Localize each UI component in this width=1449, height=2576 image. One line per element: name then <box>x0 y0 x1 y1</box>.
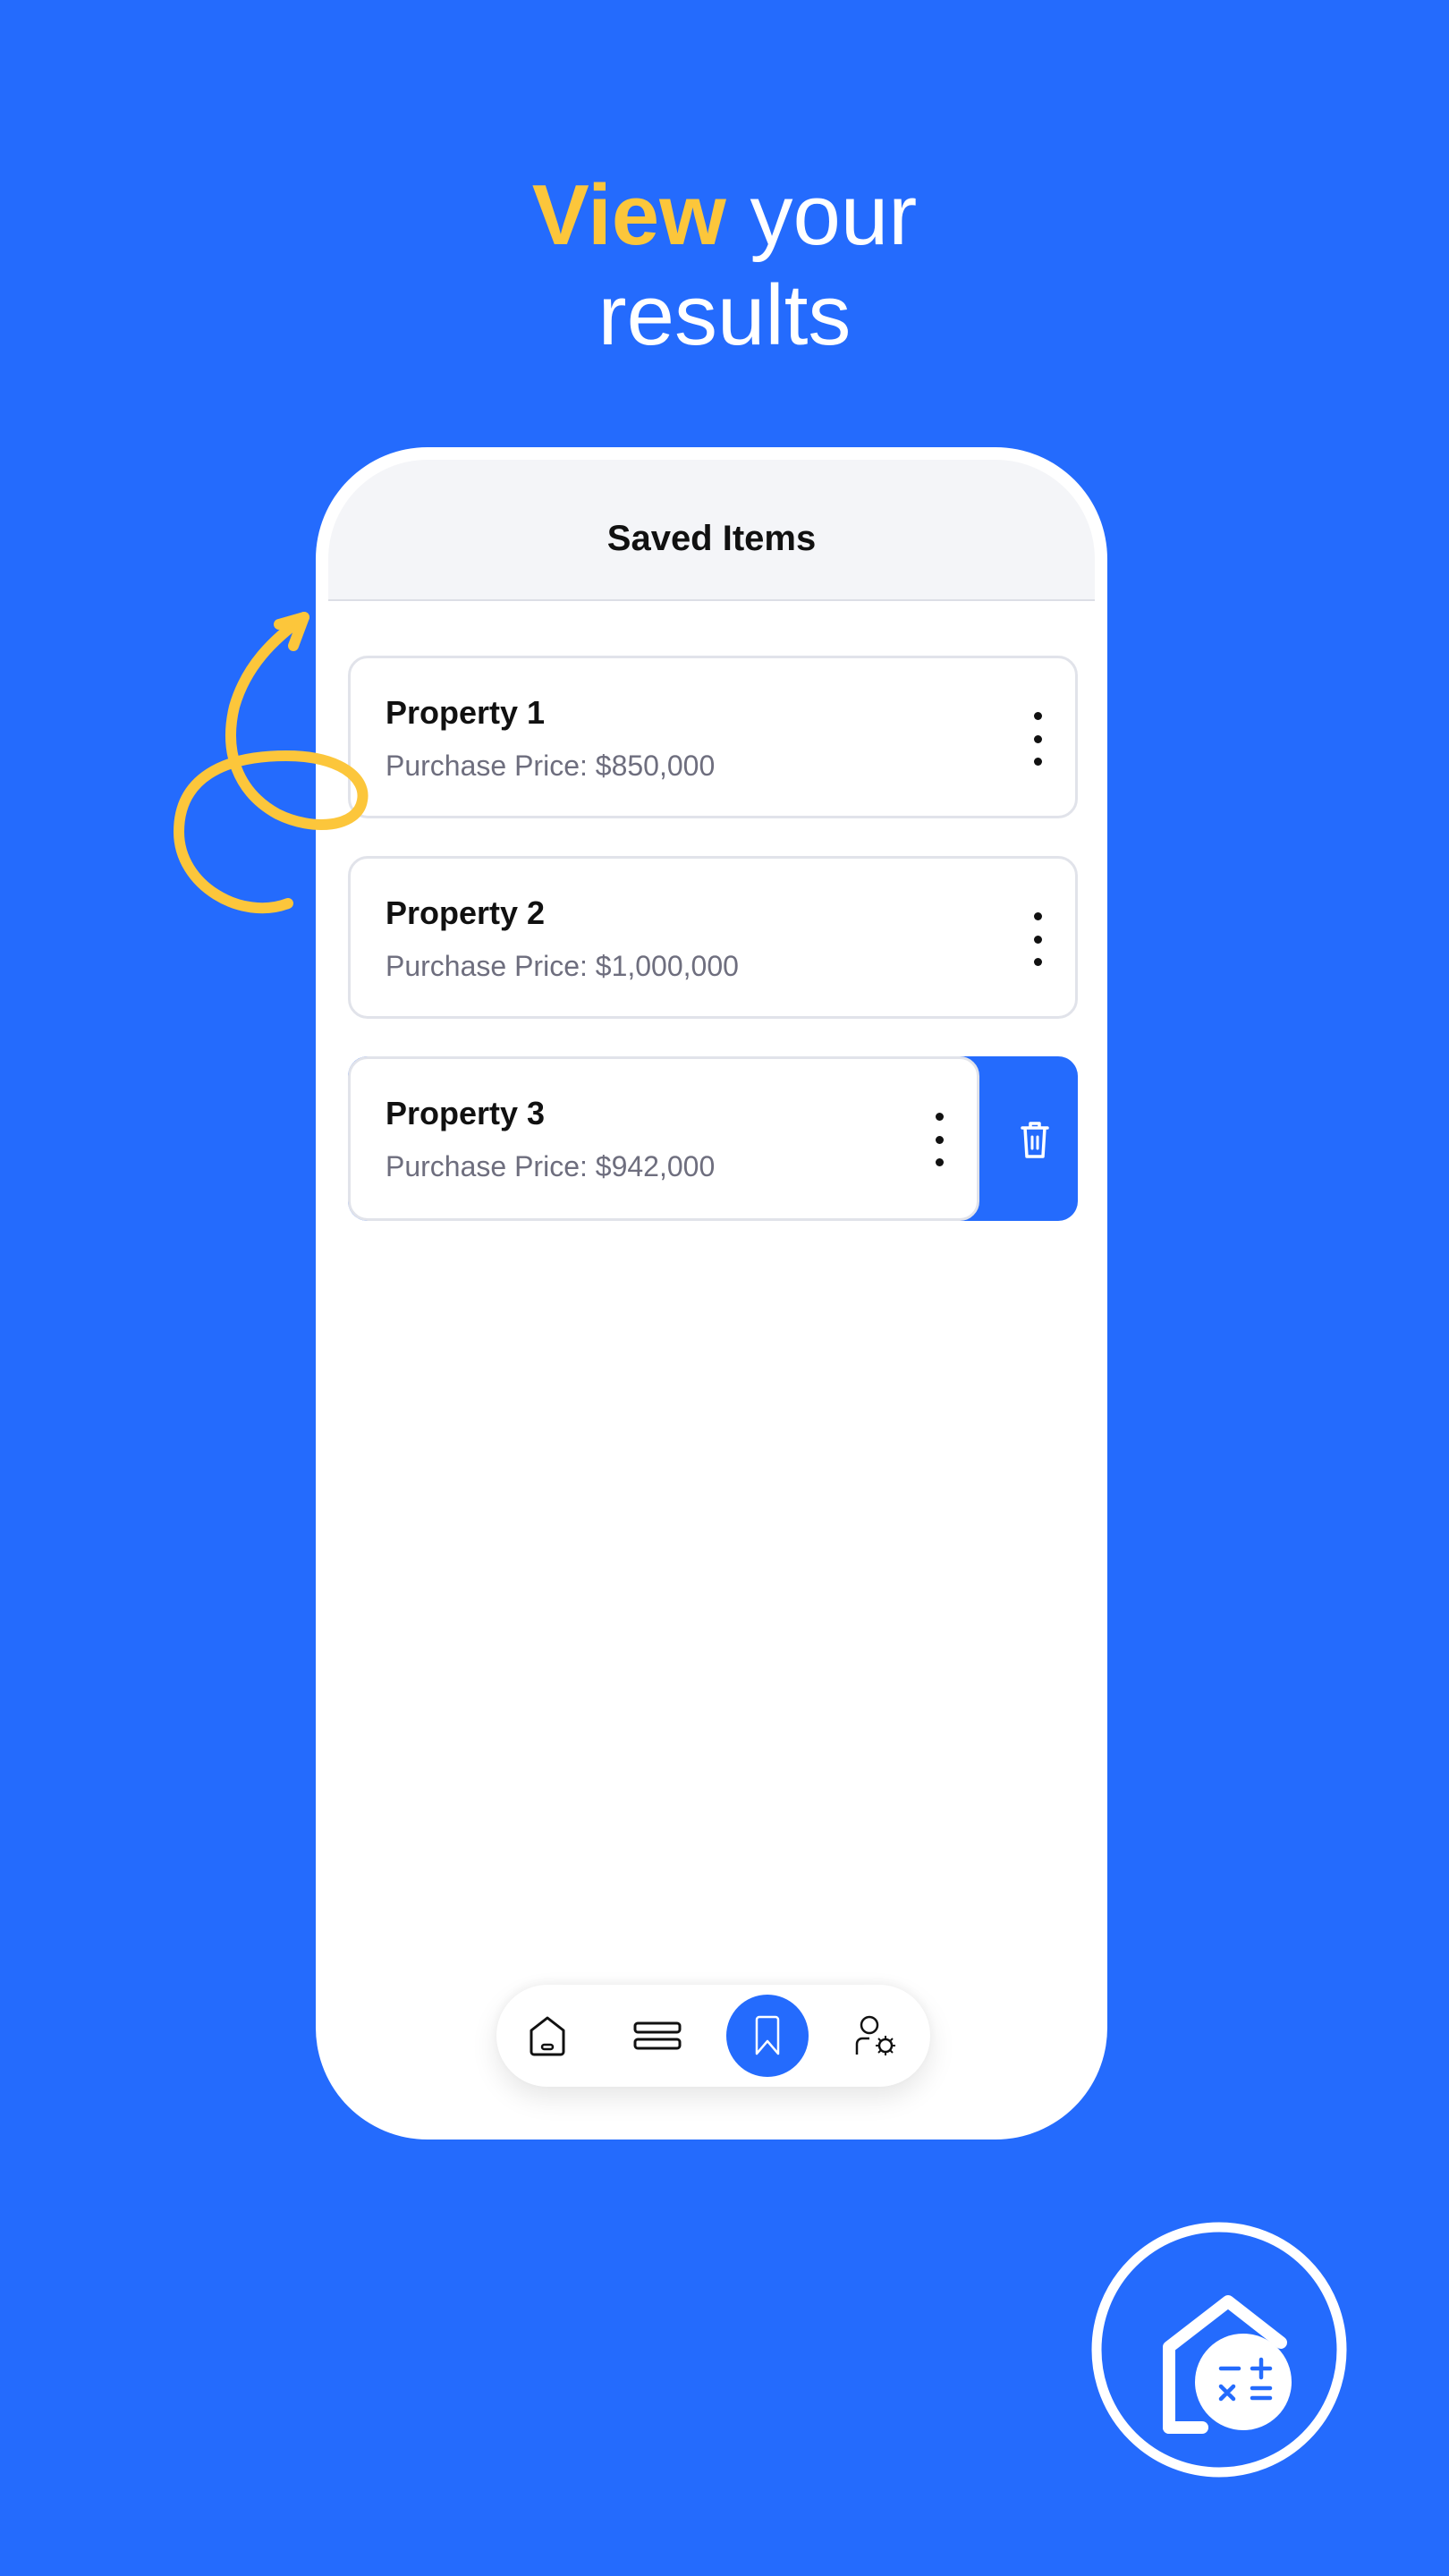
headline-line2: results <box>597 267 852 363</box>
item-title: Property 3 <box>386 1095 546 1131</box>
more-options-icon[interactable] <box>930 1113 948 1166</box>
more-options-icon[interactable] <box>1029 712 1046 766</box>
headline-line1: your <box>725 167 918 263</box>
item-price: Purchase Price: $942,000 <box>386 1150 716 1182</box>
menu-icon <box>633 2021 682 2050</box>
item-title: Property 1 <box>386 694 546 731</box>
list-item[interactable]: Property 3 Purchase Price: $942,000 <box>348 1056 979 1221</box>
page-title: Saved Items <box>328 460 1095 601</box>
bookmark-icon <box>755 2015 780 2055</box>
headline-highlight: View <box>531 167 726 263</box>
swiped-list-item: Property 3 Purchase Price: $942,000 <box>348 1056 1078 1221</box>
item-price: Purchase Price: $850,000 <box>386 750 716 782</box>
phone-mockup: Saved Items Property 1 Purchase Price: $… <box>316 447 1107 2140</box>
headline: View your results <box>0 165 1449 366</box>
item-title: Property 2 <box>386 894 546 931</box>
nav-saved[interactable] <box>726 1995 809 2077</box>
more-options-icon[interactable] <box>1029 912 1046 966</box>
nav-home[interactable] <box>513 2002 581 2070</box>
bottom-nav <box>496 1985 930 2087</box>
item-price: Purchase Price: $1,000,000 <box>386 950 739 982</box>
list-item[interactable]: Property 1 Purchase Price: $850,000 <box>348 656 1078 818</box>
nav-list[interactable] <box>623 2002 691 2070</box>
list-item[interactable]: Property 2 Purchase Price: $1,000,000 <box>348 856 1078 1019</box>
home-icon <box>530 2016 565 2056</box>
nav-profile-settings[interactable] <box>842 2002 910 2070</box>
trash-icon[interactable] <box>1019 1119 1051 1160</box>
app-logo-icon <box>1091 2222 1347 2478</box>
user-settings-icon <box>855 2015 895 2055</box>
